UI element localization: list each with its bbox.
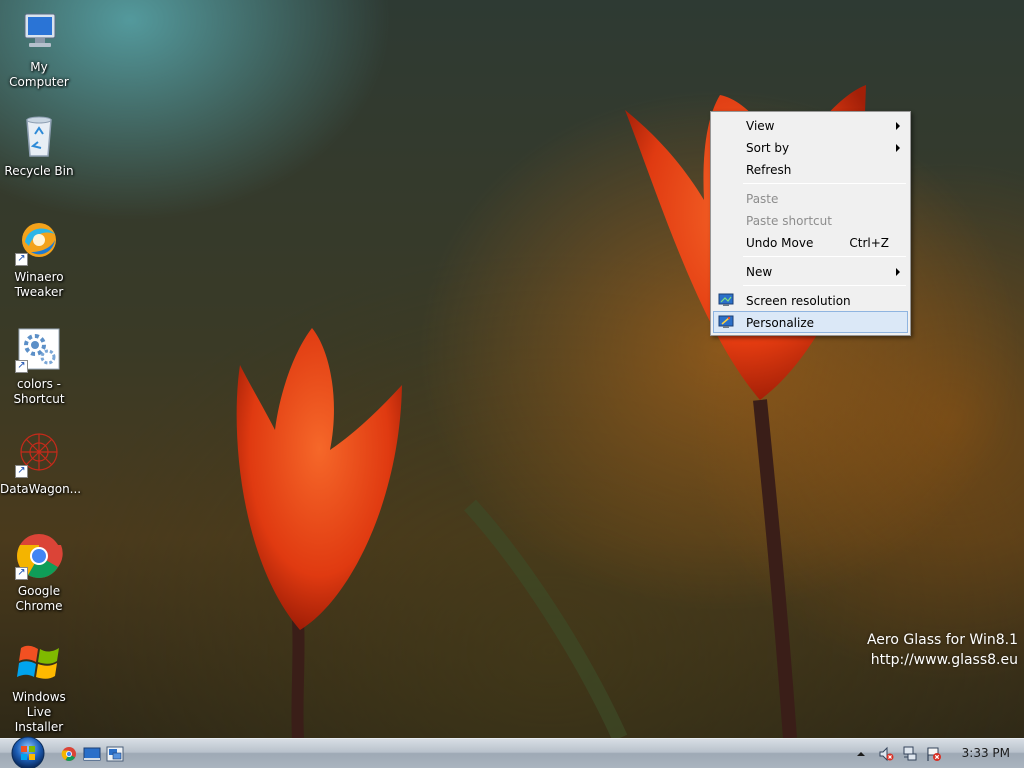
personalize-icon xyxy=(718,315,734,328)
menu-item-refresh[interactable]: Refresh xyxy=(713,158,908,180)
menu-item-label: Undo Move xyxy=(746,236,814,250)
taskbar-show-desktop-icon[interactable] xyxy=(83,746,101,762)
menu-item-label: Paste shortcut xyxy=(746,214,832,228)
submenu-arrow-icon xyxy=(896,268,900,276)
action-center-flag-icon[interactable] xyxy=(926,746,942,762)
desktop-icon-label: Recycle Bin xyxy=(4,164,74,178)
start-button[interactable] xyxy=(8,735,48,768)
submenu-arrow-icon xyxy=(896,122,900,130)
desktop-icon-colors-shortcut[interactable]: ↗ colors - Shortcut xyxy=(0,325,78,407)
menu-separator xyxy=(743,256,906,257)
menu-item-personalize[interactable]: Personalize xyxy=(713,311,908,333)
windows-logo-icon xyxy=(15,638,63,686)
volume-muted-icon[interactable] xyxy=(878,746,894,762)
desktop-icon-label: colors - Shortcut xyxy=(13,377,65,406)
menu-item-label: View xyxy=(746,119,775,133)
chrome-icon: ↗ xyxy=(15,532,63,580)
desktop-context-menu: View Sort by Refresh Paste Paste shortcu… xyxy=(710,111,911,336)
desktop-icon-label: Windows Live Installer xyxy=(12,690,66,734)
aero-glass-watermark: Aero Glass for Win8.1 http://www.glass8.… xyxy=(867,630,1018,670)
shortcut-arrow-icon: ↗ xyxy=(15,253,28,266)
desktop-icon-windows-live-installer[interactable]: Windows Live Installer xyxy=(0,638,78,735)
colors-settings-icon: ↗ xyxy=(15,325,63,373)
menu-item-label: Refresh xyxy=(746,163,792,177)
menu-item-paste: Paste xyxy=(713,187,908,209)
recycle-bin-icon xyxy=(15,112,63,160)
desktop-icon-datawagon[interactable]: ↗ DataWagon... xyxy=(0,430,82,497)
menu-item-sort-by[interactable]: Sort by xyxy=(713,136,908,158)
watermark-line-1: Aero Glass for Win8.1 xyxy=(866,632,1018,648)
taskbar-clock[interactable]: 3:33 PM xyxy=(962,746,1010,760)
menu-item-label: Screen resolution xyxy=(746,294,851,308)
taskbar-switch-windows-icon[interactable] xyxy=(106,746,124,762)
computer-icon xyxy=(15,8,63,56)
datawagon-icon: ↗ xyxy=(15,430,63,478)
shortcut-arrow-icon: ↗ xyxy=(15,567,28,580)
menu-separator xyxy=(743,285,906,286)
shortcut-arrow-icon: ↗ xyxy=(15,360,28,373)
show-hidden-icons-chevron-up-icon[interactable] xyxy=(856,749,866,759)
desktop-icon-recycle-bin[interactable]: Recycle Bin xyxy=(0,112,78,179)
menu-item-undo-move[interactable]: Undo Move Ctrl+Z xyxy=(713,231,908,253)
menu-item-view[interactable]: View xyxy=(713,114,908,136)
display-icon xyxy=(718,293,734,306)
watermark-line-2: http://www.glass8.eu xyxy=(870,652,1018,668)
menu-item-label: Paste xyxy=(746,192,779,206)
desktop-icon-label: Google Chrome xyxy=(15,584,63,613)
menu-item-label: New xyxy=(746,265,773,279)
desktop-icon-winaero-tweaker[interactable]: ↗ Winaero Tweaker xyxy=(0,218,78,300)
menu-item-new[interactable]: New xyxy=(713,260,908,282)
menu-item-paste-shortcut: Paste shortcut xyxy=(713,209,908,231)
menu-item-label: Personalize xyxy=(746,316,815,330)
menu-item-label: Sort by xyxy=(746,141,790,155)
desktop-icon-label: My Computer xyxy=(9,60,69,89)
winaero-tweaker-icon: ↗ xyxy=(15,218,63,266)
desktop-icon-google-chrome[interactable]: ↗ Google Chrome xyxy=(0,532,78,614)
desktop-icon-my-computer[interactable]: My Computer xyxy=(0,8,78,90)
taskbar: 3:33 PM xyxy=(0,735,1024,768)
menu-separator xyxy=(743,183,906,184)
submenu-arrow-icon xyxy=(896,144,900,152)
shortcut-arrow-icon: ↗ xyxy=(15,465,28,478)
taskbar-chrome-icon[interactable] xyxy=(60,746,78,762)
desktop-icon-label: DataWagon... xyxy=(0,482,82,496)
system-tray: 3:33 PM xyxy=(854,739,1024,768)
desktop-icon-label: Winaero Tweaker xyxy=(14,270,64,299)
network-icon[interactable] xyxy=(902,746,918,762)
menu-item-screen-resolution[interactable]: Screen resolution xyxy=(713,289,908,311)
menu-item-shortcut: Ctrl+Z xyxy=(849,236,889,250)
